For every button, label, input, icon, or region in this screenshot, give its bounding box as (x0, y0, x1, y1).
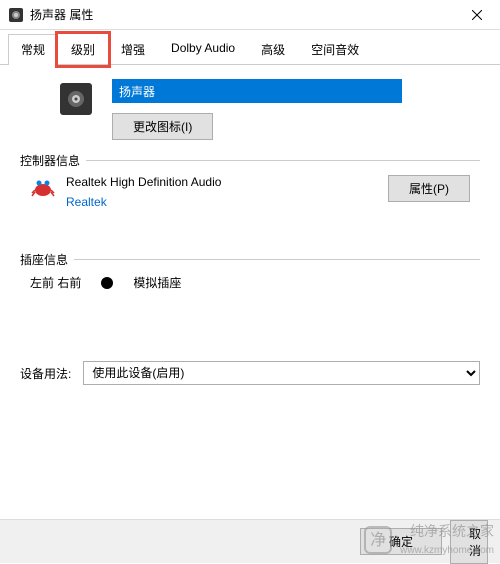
usage-select[interactable]: 使用此设备(启用) (83, 361, 480, 385)
tab-label: 空间音效 (311, 43, 359, 57)
speaker-icon (60, 83, 92, 115)
controller-properties-button[interactable]: 属性(P) (388, 175, 470, 202)
speaker-window-icon (8, 7, 24, 23)
device-name-input[interactable] (112, 79, 402, 103)
jack-position: 左前 右前 (30, 274, 81, 291)
device-inputs: 更改图标(I) (112, 79, 480, 140)
close-button[interactable] (454, 0, 500, 30)
dialog-button-bar: 确定 取消 (0, 519, 500, 563)
tab-label: Dolby Audio (171, 41, 235, 55)
jack-type: 模拟插座 (133, 274, 181, 291)
controller-section-label: 控制器信息 (20, 152, 86, 169)
controller-box: Realtek High Definition Audio Realtek 属性… (20, 161, 480, 219)
tab-label: 高级 (261, 43, 285, 57)
realtek-crab-icon (30, 175, 56, 201)
tab-label: 常规 (21, 43, 45, 57)
tab-general[interactable]: 常规 (8, 34, 58, 64)
tab-spatial[interactable]: 空间音效 (298, 34, 372, 64)
usage-label: 设备用法: (20, 365, 71, 382)
usage-row: 设备用法: 使用此设备(启用) (20, 361, 480, 385)
tab-label: 增强 (121, 43, 145, 57)
controller-text: Realtek High Definition Audio Realtek (66, 175, 378, 209)
tab-advanced[interactable]: 高级 (248, 34, 298, 64)
controller-fieldset: 控制器信息 Realtek High Definition Audio Real… (20, 160, 480, 219)
controller-vendor-link[interactable]: Realtek (66, 195, 378, 209)
jack-color-dot (101, 277, 113, 289)
tab-label: 级别 (71, 43, 95, 57)
change-icon-button[interactable]: 更改图标(I) (112, 113, 213, 140)
jack-section-label: 插座信息 (20, 251, 74, 268)
tab-content: 更改图标(I) 控制器信息 Realtek High Definition Au… (0, 65, 500, 399)
tab-levels[interactable]: 级别 (58, 34, 108, 64)
tab-dolby-audio[interactable]: Dolby Audio (158, 34, 248, 64)
tab-enhancements[interactable]: 增强 (108, 34, 158, 64)
device-row: 更改图标(I) (60, 79, 480, 140)
jack-box: 左前 右前 模拟插座 (20, 260, 480, 301)
window-title: 扬声器 属性 (30, 6, 454, 23)
jack-fieldset: 插座信息 左前 右前 模拟插座 (20, 259, 480, 301)
ok-button[interactable]: 确定 (360, 528, 442, 555)
titlebar: 扬声器 属性 (0, 0, 500, 30)
tab-bar: 常规 级别 增强 Dolby Audio 高级 空间音效 (0, 30, 500, 65)
cancel-button[interactable]: 取消 (450, 520, 488, 564)
controller-name: Realtek High Definition Audio (66, 175, 378, 189)
